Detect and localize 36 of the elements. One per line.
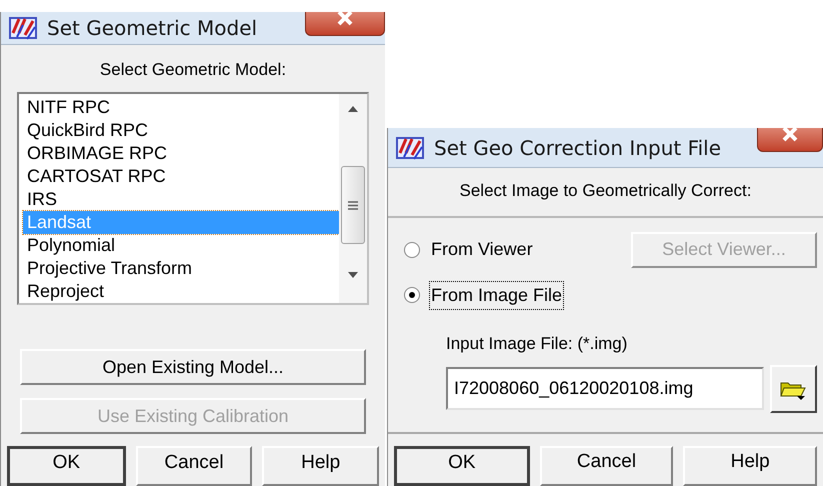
dialog-button[interactable]: OK [7,446,126,486]
dialog-button[interactable]: Open Existing Model... [20,349,366,385]
heading-label: Select Geometric Model: [100,58,286,80]
dialog-button[interactable]: OK [394,446,530,486]
input-label: Input Image File: (*.img) [446,334,628,352]
app-icon [396,134,426,160]
list-item[interactable]: IRS [23,188,339,211]
dialog-button[interactable]: Help [262,446,380,486]
grip-icon [348,200,358,210]
list-item[interactable]: QuickBird RPC [23,119,339,142]
list-item[interactable]: Reproject [23,280,339,303]
close-icon [781,128,799,142]
window-title: Set Geo Correction Input File [434,134,722,162]
scroll-thumb[interactable] [341,166,365,244]
radio-button[interactable] [404,287,420,303]
scroll-up-icon [348,106,358,112]
list-item[interactable]: Projective Transform [23,257,339,280]
window-title: Set Geometric Model [47,14,258,42]
dialog-button[interactable]: Cancel [136,446,252,486]
input-field[interactable]: I72008060_06120020108.img [446,367,764,410]
close-icon [336,12,354,26]
model-list[interactable]: NITF RPC QuickBird RPC ORBIMAGE RPC CARTOSAT RPC IRS Landsat Polynomial Projective Transform Reproject [17,92,369,305]
radio-button[interactable] [404,242,420,258]
list-item[interactable]: NITF RPC [23,96,339,119]
browse-button[interactable] [770,364,817,412]
scroll-down-icon [348,272,358,278]
scrollbar[interactable] [339,94,367,303]
list-item[interactable]: CARTOSAT RPC [23,165,339,188]
dialog-button[interactable]: Cancel [540,446,674,486]
heading-label: Select Image to Geometrically Correct: [460,180,752,202]
radio-label[interactable]: From Viewer [430,236,534,263]
radio-label[interactable]: From Image File [430,282,564,308]
list-item[interactable]: ORBIMAGE RPC [23,142,339,165]
dialog-button[interactable]: Help [683,446,818,486]
app-icon [9,14,39,41]
list-item[interactable]: Polynomial [23,234,339,257]
